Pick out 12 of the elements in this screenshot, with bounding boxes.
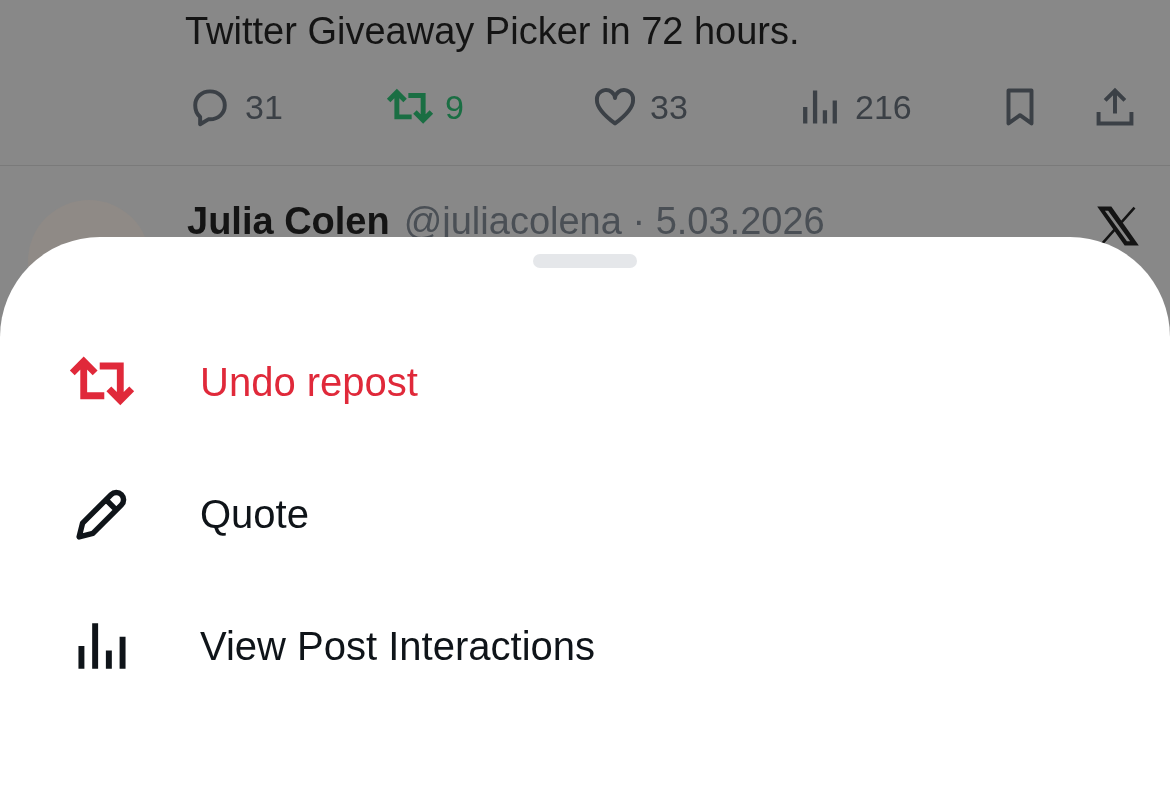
reply-button[interactable]: 31 <box>185 84 385 130</box>
views-button[interactable]: 216 <box>795 84 995 130</box>
author-name: Julia Colen <box>187 200 390 243</box>
drag-handle[interactable] <box>533 254 637 268</box>
post-text: Twitter Giveaway Picker in 72 hours. <box>185 10 800 53</box>
handle-date: @juliacolena · 5.03.2026 <box>403 200 825 243</box>
menu-item[interactable]: Quote <box>0 448 1170 580</box>
like-button[interactable]: 33 <box>590 84 795 130</box>
menu-item[interactable]: Undo repost <box>0 316 1170 448</box>
x-logo-icon <box>1096 204 1140 248</box>
repost-button[interactable]: 9 <box>385 84 590 130</box>
menu-item[interactable]: View Post Interactions <box>0 580 1170 712</box>
